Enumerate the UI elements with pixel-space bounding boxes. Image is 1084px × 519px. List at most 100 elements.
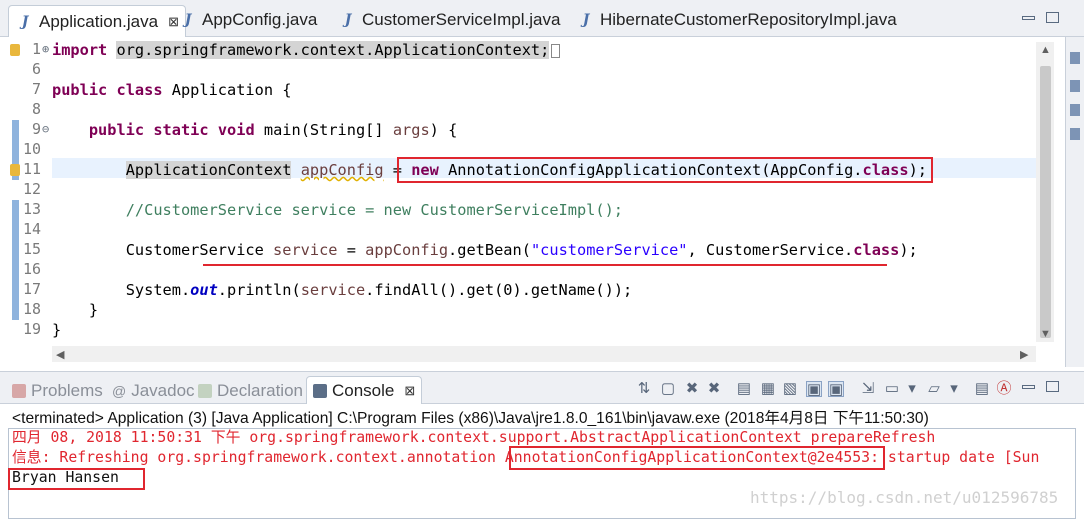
tab-label: AppConfig.java	[202, 10, 318, 29]
java-file-icon: J	[344, 12, 352, 28]
outline-icon[interactable]	[1070, 52, 1080, 64]
close-icon[interactable]: ⊠	[168, 14, 179, 30]
editor-left-edge	[0, 37, 12, 367]
folded-region-icon[interactable]	[551, 43, 561, 58]
argument: , CustomerService.	[687, 241, 854, 259]
pin-icon[interactable]: ⇅	[636, 381, 652, 397]
tab-label: CustomerServiceImpl.java	[362, 10, 561, 29]
code-line-19: }	[52, 320, 61, 340]
clear-console-icon[interactable]: ▤	[736, 381, 752, 397]
tab-hibernatecustomerrepositoryimpl-java[interactable]: J HibernateCustomerRepositoryImpl.java	[578, 5, 897, 35]
method-signature: main(String[]	[254, 121, 393, 139]
brace: }	[88, 301, 99, 319]
tab-label: Javadoc	[131, 381, 195, 400]
horizontal-scrollbar[interactable]	[52, 346, 1036, 362]
line-number: 17	[22, 280, 41, 298]
java-file-icon: J	[184, 12, 192, 28]
scroll-lock-icon[interactable]: ▦	[760, 381, 776, 397]
console-status: <terminated> Application (3) [Java Appli…	[12, 410, 929, 427]
type-name: CustomerService	[125, 241, 274, 259]
show-stderr-icon[interactable]: ▣	[828, 381, 844, 398]
outline-icon[interactable]	[1070, 128, 1080, 140]
code-line-7: public class Application {	[52, 80, 291, 100]
warning-icon[interactable]	[10, 164, 20, 176]
line-number: 10	[22, 140, 41, 158]
tab-customerserviceimpl-java[interactable]: J CustomerServiceImpl.java	[340, 5, 561, 35]
line-number: 18	[22, 300, 41, 318]
minimize-icon[interactable]	[1022, 385, 1035, 389]
line-number: 16	[22, 260, 41, 278]
java-file-icon: J	[21, 13, 29, 30]
tab-declaration[interactable]: Declaration	[198, 381, 303, 401]
semicolon: ;	[540, 41, 550, 59]
code-line-1: import org.springframework.context.Appli…	[52, 40, 561, 60]
chevron-down-icon[interactable]: ▾	[946, 381, 962, 397]
keyword: class	[853, 241, 900, 259]
chevron-down-icon[interactable]: ▾	[904, 381, 920, 397]
line-number: 1	[31, 40, 41, 58]
spring-icon[interactable]: Ⓐ	[996, 381, 1012, 397]
console-line-1: 四月 08, 2018 11:50:31 下午 org.springframew…	[12, 429, 936, 446]
declaration-icon	[198, 384, 212, 398]
tab-label: HibernateCustomerRepositoryImpl.java	[600, 10, 897, 29]
code-line-15: CustomerService service = appConfig.getB…	[52, 240, 918, 260]
tab-problems[interactable]: Problems	[12, 381, 103, 401]
scroll-left-icon[interactable]: ◀	[56, 348, 64, 361]
keyword: public	[52, 81, 108, 99]
fold-collapse-icon[interactable]: ⊖	[42, 122, 49, 136]
tab-application-java[interactable]: J Application.java ⊠	[8, 5, 186, 37]
console-text: 信息: Refreshing org.springframework.conte…	[12, 449, 505, 466]
annotation-box	[509, 446, 885, 470]
warning-icon[interactable]	[10, 44, 20, 56]
console-icon	[313, 383, 327, 398]
show-stdout-icon[interactable]: ▣	[806, 381, 822, 398]
fold-expand-icon[interactable]: ⊕	[42, 42, 49, 56]
maximize-icon[interactable]	[1046, 381, 1059, 392]
method-chain: .findAll().get(0).getName());	[365, 281, 633, 299]
class-ref: System.	[125, 281, 191, 299]
variable: service	[300, 281, 366, 299]
tab-appconfig-java[interactable]: J AppConfig.java	[180, 5, 318, 35]
scroll-right-icon[interactable]: ▶	[1020, 348, 1028, 361]
method-call: .getBean(	[448, 241, 531, 259]
line-number: 9	[31, 120, 41, 138]
scroll-down-icon[interactable]: ▼	[1040, 328, 1051, 340]
outline-icon[interactable]	[1070, 80, 1080, 92]
import-package: org.springframework.context.ApplicationC…	[116, 41, 541, 59]
remove-all-icon[interactable]: ✖	[706, 381, 722, 397]
console-text: : startup date [Sun	[870, 449, 1040, 466]
tab-label: Application.java	[39, 11, 159, 31]
tab-label: Problems	[31, 381, 103, 400]
word-wrap-icon[interactable]: ▧	[782, 381, 798, 397]
maximize-icon[interactable]	[1046, 12, 1059, 23]
scroll-up-icon[interactable]: ▲	[1040, 44, 1051, 56]
keyword: class	[116, 81, 163, 99]
terminate-icon[interactable]: ▢	[660, 381, 676, 397]
watermark: https://blog.csdn.net/u012596785	[750, 488, 1059, 507]
tab-label: Declaration	[217, 381, 303, 400]
open-console-icon[interactable]: ▱	[926, 381, 942, 397]
outline-view-icon[interactable]: ▤	[974, 381, 990, 397]
pin-console-icon[interactable]: ⇲	[860, 381, 876, 397]
tab-label: Console	[332, 380, 395, 400]
problems-icon	[12, 384, 26, 398]
vertical-scroll-thumb[interactable]	[1040, 66, 1051, 338]
method-open: ) {	[429, 121, 458, 139]
remove-launch-icon[interactable]: ✖	[684, 381, 700, 397]
outline-icon[interactable]	[1070, 104, 1080, 116]
variable: appConfig	[365, 241, 449, 259]
display-console-icon[interactable]: ▭	[884, 381, 900, 397]
method-call: .println(	[217, 281, 301, 299]
keyword: static	[153, 121, 209, 139]
type-name: ApplicationContext	[125, 161, 292, 179]
parameter: args	[392, 121, 430, 139]
code-line-13: //CustomerService service = new Customer…	[52, 200, 623, 220]
tab-javadoc[interactable]: @ Javadoc	[112, 381, 195, 401]
minimize-icon[interactable]	[1022, 16, 1035, 20]
keyword: import	[52, 41, 108, 59]
code-line-18: }	[52, 300, 98, 320]
tab-console[interactable]: Console ⊠	[306, 376, 423, 404]
close-icon[interactable]: ⊠	[404, 383, 415, 399]
brace: }	[52, 321, 62, 339]
operator: =	[337, 241, 366, 259]
